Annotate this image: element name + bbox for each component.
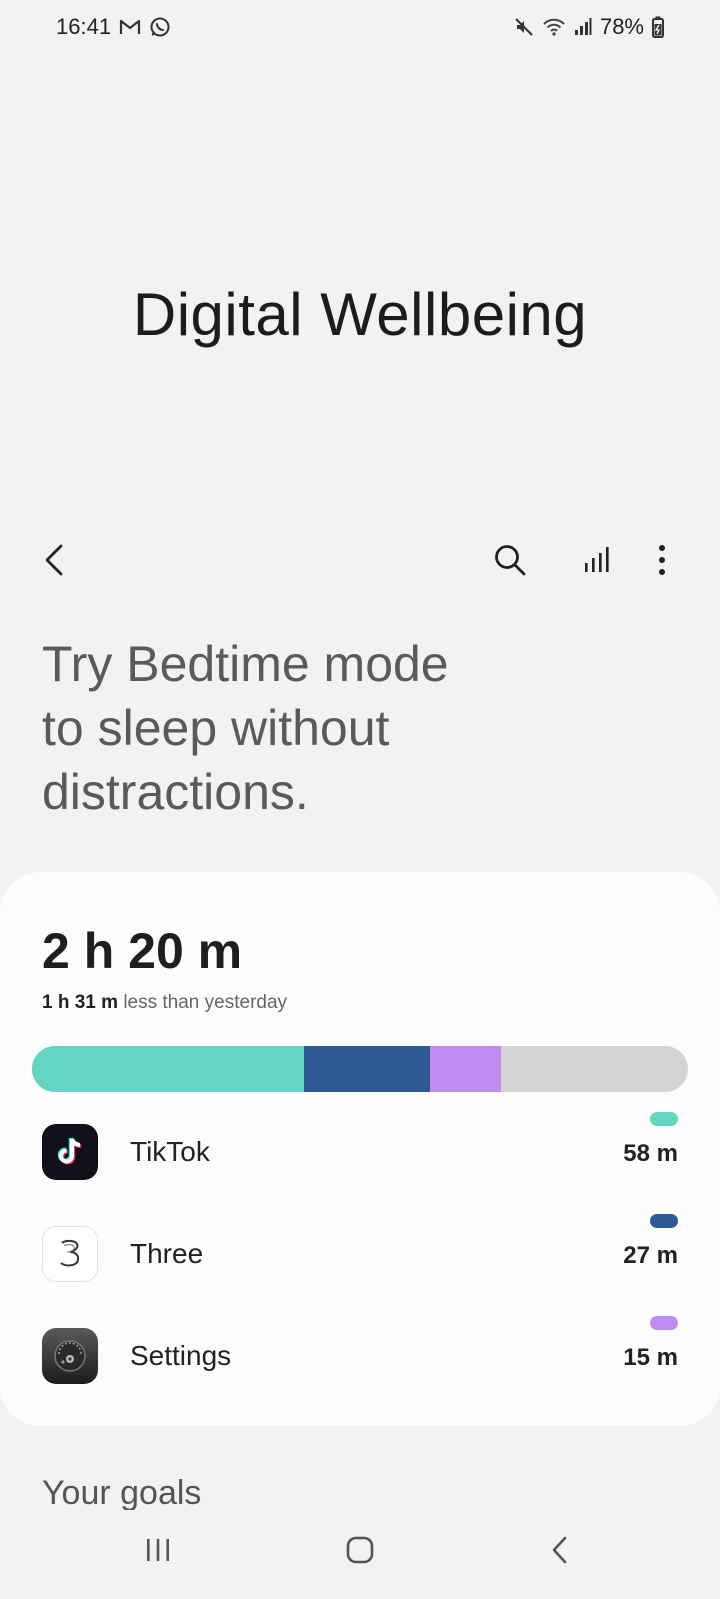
toolbar — [0, 520, 720, 600]
home-icon — [346, 1536, 374, 1564]
search-icon — [495, 545, 526, 576]
bedtime-promo[interactable]: Try Bedtime mode to sleep without distra… — [42, 632, 662, 824]
comparison-label: less than yesterday — [123, 992, 288, 1013]
three-icon — [42, 1226, 98, 1282]
goals-heading: Your goals — [42, 1474, 202, 1512]
app-color-dot — [650, 1112, 678, 1126]
usage-bar-segment-tiktok — [32, 1046, 304, 1092]
comparison-value: 1 h 31 m — [42, 992, 119, 1013]
stats-button[interactable] — [564, 520, 628, 600]
usage-bar-segment-three — [303, 1046, 431, 1092]
recents-button[interactable] — [118, 1520, 198, 1580]
comparison-text: 1 h 31 m less than yesterday — [42, 992, 287, 1014]
more-options-button[interactable] — [630, 520, 694, 600]
back-icon — [45, 544, 63, 576]
whatsapp-icon — [149, 16, 171, 38]
total-screen-time: 2 h 20 m — [42, 923, 243, 979]
gmail-icon — [119, 18, 141, 36]
settings-app-icon — [42, 1328, 98, 1384]
tiktok-icon — [42, 1124, 98, 1180]
app-row-settings[interactable]: Settings 15 m — [0, 1304, 720, 1408]
status-left: 16:41 — [56, 14, 171, 40]
status-right: 78% — [514, 14, 664, 40]
recents-icon — [147, 1539, 169, 1561]
app-color-dot — [650, 1214, 678, 1228]
usage-bar — [32, 1046, 688, 1092]
battery-percent: 78% — [599, 14, 644, 39]
navigation-bar — [0, 1510, 720, 1599]
app-name: Settings — [130, 1340, 232, 1371]
promo-line-1: Try Bedtime mode — [42, 636, 449, 692]
page-title: Digital Wellbeing — [132, 281, 588, 348]
app-row-tiktok[interactable]: TikTok 58 m — [0, 1100, 720, 1204]
app-usage-time: 58 m — [623, 1140, 678, 1167]
promo-line-2: to sleep without — [42, 700, 390, 756]
nav-back-button[interactable] — [520, 1520, 600, 1580]
bar-chart-icon — [585, 547, 609, 572]
more-options-icon — [659, 545, 665, 575]
screen-time-card[interactable]: 2 h 20 m 1 h 31 m less than yesterday Ti… — [0, 872, 720, 1426]
promo-line-3: distractions. — [42, 764, 309, 820]
status-bar: 16:41 78% — [0, 0, 720, 54]
status-time: 16:41 — [56, 14, 112, 39]
app-name: TikTok — [130, 1136, 210, 1167]
app-name: Three — [130, 1238, 204, 1269]
home-button[interactable] — [320, 1520, 400, 1580]
search-button[interactable] — [478, 520, 542, 600]
app-usage-time: 15 m — [623, 1344, 678, 1371]
battery-icon — [652, 16, 664, 38]
app-row-three[interactable]: Three 27 m — [0, 1202, 720, 1306]
usage-bar-segment-settings — [430, 1046, 501, 1092]
app-usage-time: 27 m — [623, 1242, 678, 1269]
nav-back-icon — [552, 1536, 567, 1564]
back-button[interactable] — [22, 520, 86, 600]
app-color-dot — [650, 1316, 678, 1330]
wifi-icon — [542, 17, 566, 37]
signal-icon — [574, 17, 592, 37]
mute-icon — [514, 17, 534, 37]
